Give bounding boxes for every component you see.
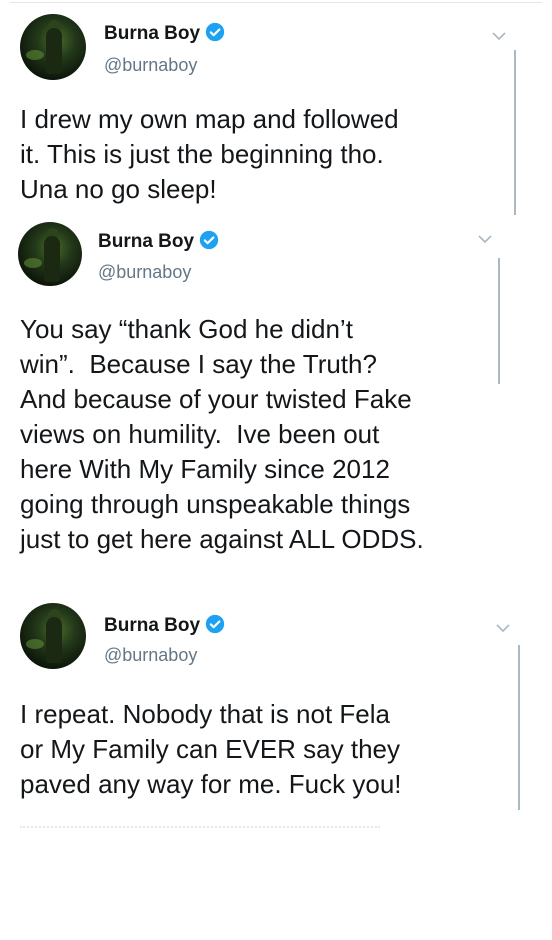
user-handle[interactable]: @burnaboy [104, 645, 197, 666]
bottom-divider [20, 826, 380, 828]
avatar[interactable] [20, 603, 86, 669]
display-name[interactable]: Burna Boy [104, 614, 225, 637]
tweet-text: I repeat. Nobody that is not Fela or My … [20, 699, 402, 799]
chevron-down-icon[interactable] [494, 622, 512, 634]
scroll-divider [518, 645, 520, 810]
tweet-3[interactable]: Burna Boy @burnaboy I repeat. Nobody tha… [0, 0, 552, 830]
verified-badge-icon [205, 614, 225, 634]
